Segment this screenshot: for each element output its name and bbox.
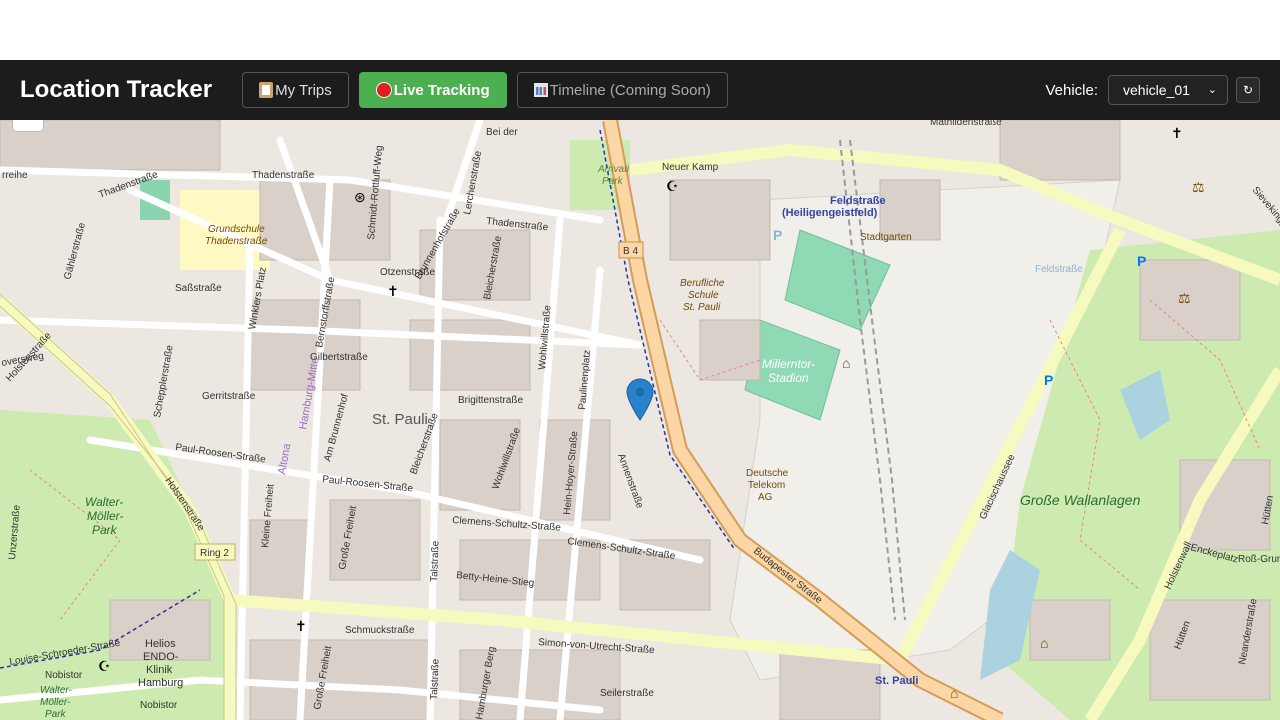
church-icon: ✝ <box>1171 125 1183 141</box>
street-label: Gerritstraße <box>202 391 256 402</box>
chevron-down-icon: ⌄ <box>1207 84 1217 96</box>
red-circle-icon <box>375 82 392 98</box>
parking-icon: P <box>1137 253 1146 269</box>
street-label: Schmuckstraße <box>345 625 415 636</box>
street-label: Talstraße <box>429 540 441 582</box>
browser-blank-area <box>0 0 1280 60</box>
map-canvas[interactable]: Feldstraße (Heiligengeistfeld) St. Pauli… <box>0 120 1280 720</box>
poi-label: Berufliche <box>680 278 725 289</box>
district-label: St. Pauli <box>372 411 428 428</box>
bar-chart-icon <box>533 83 548 97</box>
artwork-icon: ⊛ <box>354 189 366 205</box>
poi-label: Hamburg <box>138 677 183 689</box>
my-trips-label: My Trips <box>275 81 332 99</box>
street-label: Bei der <box>486 127 518 138</box>
street-label: Thadenstraße <box>252 170 315 181</box>
live-tracking-label: Live Tracking <box>393 81 490 99</box>
park-label: Park <box>602 176 624 187</box>
poi-label: Thadenstraße <box>205 236 268 247</box>
station-label: Feldstraße <box>830 195 886 207</box>
street-label: rreihe <box>2 170 28 181</box>
street-label: Nobistor <box>45 670 83 681</box>
park-label: Park <box>45 709 67 720</box>
route-label: Ring 2 <box>200 548 229 559</box>
refresh-icon: ↻ <box>1242 83 1254 97</box>
poi-label: Feldstraße <box>1035 264 1083 275</box>
poi-label: St. Pauli <box>683 302 721 313</box>
park-label: Möller- <box>40 697 71 708</box>
poi-label: Grundschule <box>208 224 265 235</box>
my-trips-button[interactable]: My Trips <box>242 72 349 108</box>
poi-label: Roß-Grund <box>1238 554 1280 565</box>
street-label: Saßstraße <box>175 283 222 294</box>
poi-label: ENDO- <box>143 651 179 663</box>
park-label: Walter- <box>40 685 73 696</box>
timeline-label: Timeline (Coming Soon) <box>549 81 711 99</box>
refresh-button[interactable]: ↻ <box>1236 77 1260 103</box>
park-label: Park <box>92 523 118 537</box>
map-view[interactable]: Feldstraße (Heiligengeistfeld) St. Pauli… <box>0 120 1280 720</box>
church-icon: ✝ <box>295 618 307 634</box>
app-header: Location Tracker My Trips Live Tracking … <box>0 60 1280 120</box>
street-label: Neuer Kamp <box>662 162 719 173</box>
station-label: (Heiligengeistfeld) <box>782 207 878 219</box>
mosque-icon: ☪ <box>666 178 679 194</box>
park-label: Arrivati <box>597 164 630 175</box>
stadium-label: Millerntor- <box>762 357 815 371</box>
route-label: B 4 <box>623 246 638 257</box>
parking-icon: P <box>1044 372 1053 388</box>
live-tracking-button[interactable]: Live Tracking <box>358 72 507 108</box>
stadium-label: Stadion <box>768 371 809 385</box>
app-title: Location Tracker <box>20 76 213 103</box>
museum-icon: ⌂ <box>950 685 958 701</box>
street-label: Mathildenstraße <box>930 120 1002 128</box>
poi-label: Telekom <box>748 480 785 491</box>
courthouse-icon: ⚖ <box>1192 179 1205 195</box>
timeline-button[interactable]: Timeline (Coming Soon) <box>516 72 728 108</box>
park-label: Möller- <box>87 509 123 523</box>
poi-label: Helios <box>145 638 176 650</box>
vehicle-selected-value: vehicle_01 <box>1123 82 1190 98</box>
park-label: Große Wallanlagen <box>1020 492 1141 508</box>
mosque-icon: ☪ <box>98 658 111 674</box>
museum-icon: ⌂ <box>1040 635 1048 651</box>
poi-label: Klinik <box>146 664 173 676</box>
park-label: Walter- <box>85 495 123 509</box>
clipboard-icon <box>259 82 274 98</box>
street-label: Brigittenstraße <box>458 395 523 406</box>
zoom-control[interactable] <box>12 120 44 132</box>
museum-icon: ⌂ <box>842 355 850 371</box>
station-label: St. Pauli <box>875 675 918 687</box>
poi-label: Deutsche <box>746 468 789 479</box>
poi-label: Schule <box>688 290 719 301</box>
courthouse-icon: ⚖ <box>1178 290 1191 306</box>
street-label: Talstraße <box>429 658 441 700</box>
church-icon: ✝ <box>387 283 399 299</box>
parking-icon: P <box>773 227 782 243</box>
vehicle-select[interactable]: vehicle_01 ⌄ <box>1108 75 1228 105</box>
street-label: Seilerstraße <box>600 688 654 699</box>
poi-label: AG <box>758 492 773 503</box>
poi-label: Stadtgarten <box>860 232 912 243</box>
street-label: Nobistor <box>140 700 178 711</box>
vehicle-label: Vehicle: <box>1045 81 1098 99</box>
